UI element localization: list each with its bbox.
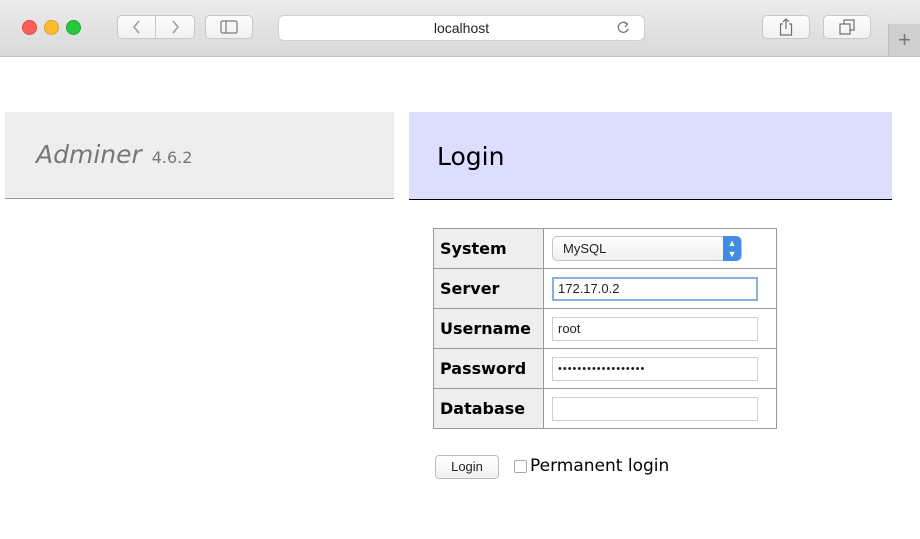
tab-overview-button[interactable] [823, 15, 871, 39]
form-row-password: Password •••••••••••••••••• [433, 348, 777, 389]
server-input[interactable]: 172.17.0.2 [552, 276, 758, 301]
navigation-buttons [117, 15, 195, 39]
tabs-overview-icon [839, 19, 855, 35]
back-button[interactable] [117, 15, 156, 39]
close-window-button[interactable] [22, 20, 37, 35]
form-row-username: Username root [433, 308, 777, 349]
address-text: localhost [433, 20, 490, 36]
forward-button[interactable] [156, 15, 195, 39]
share-icon [779, 18, 793, 36]
chevron-left-icon [132, 20, 140, 34]
chevron-right-icon [172, 20, 179, 34]
system-label: System [433, 228, 544, 269]
app-name[interactable]: Adminer [36, 140, 142, 169]
zoom-window-button[interactable] [66, 20, 81, 35]
login-form: System MySQL ▲ ▼ Server 172.17.0.2 Userna… [433, 228, 777, 429]
form-row-server: Server 172.17.0.2 [433, 268, 777, 309]
login-header: Login [409, 112, 892, 200]
sidebar-toggle-button[interactable] [205, 15, 253, 39]
system-select[interactable]: MySQL ▲ ▼ [552, 236, 742, 261]
form-row-system: System MySQL ▲ ▼ [433, 228, 777, 269]
username-input[interactable]: root [552, 316, 758, 341]
browser-toolbar: localhost + [0, 0, 920, 57]
share-button[interactable] [762, 15, 810, 39]
form-row-database: Database [433, 388, 777, 429]
login-button[interactable]: Login [435, 455, 499, 479]
permanent-login-option[interactable]: Permanent login [514, 456, 669, 476]
database-label: Database [433, 388, 544, 429]
app-title[interactable]: Adminer 4.6.2 [36, 140, 192, 169]
reload-icon [617, 21, 629, 33]
reload-button[interactable] [616, 20, 630, 40]
adminer-brand-panel: Adminer 4.6.2 [5, 112, 394, 199]
select-arrows-icon: ▲ ▼ [723, 236, 741, 261]
permanent-login-checkbox[interactable] [514, 459, 527, 473]
address-bar[interactable]: localhost [278, 15, 645, 41]
server-label: Server [433, 268, 544, 309]
new-tab-button[interactable]: + [888, 24, 920, 56]
password-input[interactable]: •••••••••••••••••• [552, 356, 758, 381]
minimize-window-button[interactable] [44, 20, 59, 35]
database-input[interactable] [552, 396, 758, 421]
system-select-value: MySQL [563, 241, 607, 256]
password-label: Password [433, 348, 544, 389]
permanent-login-label[interactable]: Permanent login [530, 456, 669, 476]
sidebar-icon [220, 20, 238, 34]
page-title: Login [437, 142, 505, 171]
username-label: Username [433, 308, 544, 349]
app-version: 4.6.2 [151, 148, 193, 167]
